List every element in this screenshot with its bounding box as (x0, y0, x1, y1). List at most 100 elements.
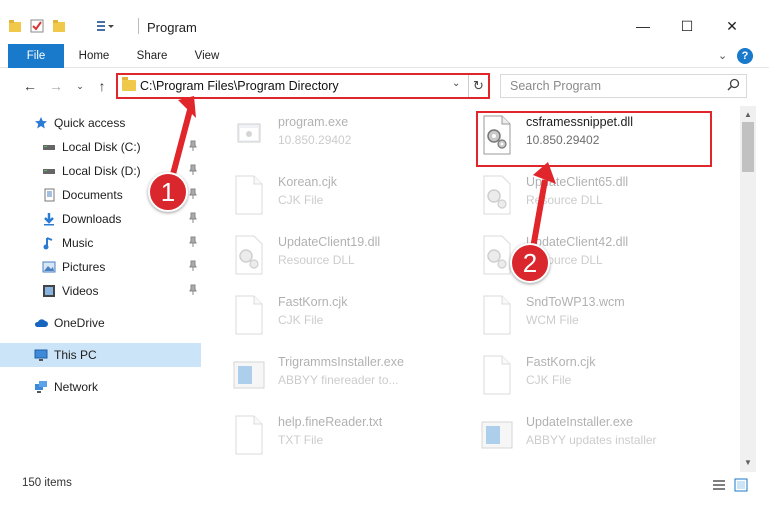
exe-icon (237, 123, 261, 143)
properties-icon[interactable] (30, 19, 44, 33)
blank-file-icon (235, 175, 263, 215)
forward-arrow-icon[interactable]: → (48, 77, 64, 95)
sidebar-item-label: Documents (62, 188, 123, 202)
sidebar-item-label: Videos (62, 284, 99, 298)
tab-home[interactable]: Home (70, 44, 118, 68)
item-count: 150 items (22, 477, 72, 489)
network-icon (35, 381, 47, 393)
tab-view[interactable]: View (184, 44, 230, 68)
file-description: Resource DLL (278, 253, 355, 267)
maximize-button[interactable]: ☐ (677, 18, 697, 34)
pin-icon[interactable] (188, 236, 198, 248)
file-name: SndToWP13.wcm (526, 295, 625, 309)
address-path[interactable]: C:\Program Files\Program Directory (140, 79, 339, 93)
list-item[interactable]: SndToWP13.wcm WCM File (480, 290, 720, 340)
list-item[interactable]: UpdateClient19.dll Resource DLL (232, 230, 472, 280)
sidebar-item-label: Network (54, 380, 99, 394)
dll-gear-icon (235, 235, 263, 275)
sidebar-item-this-pc[interactable]: This PC (0, 343, 201, 367)
address-bar[interactable]: C:\Program Files\Program Directory ⌄ ↻ (116, 73, 490, 99)
expand-ribbon-icon[interactable]: ⌄ (718, 49, 727, 62)
pictures-icon (42, 261, 56, 273)
videos-icon (43, 285, 55, 297)
details-view-icon[interactable] (712, 478, 726, 492)
pin-icon[interactable] (188, 164, 198, 176)
pin-icon[interactable] (188, 260, 198, 272)
new-folder-icon[interactable] (52, 19, 66, 33)
file-name: FastKorn.cjk (526, 355, 596, 369)
help-button[interactable]: ? (737, 48, 753, 64)
file-name: UpdateClient65.dll (526, 175, 629, 189)
dll-gear-icon (483, 175, 511, 215)
tab-file[interactable]: File (8, 44, 64, 68)
download-icon (44, 213, 54, 226)
folder-icon[interactable] (8, 19, 22, 33)
sidebar-item-pictures[interactable]: Pictures (0, 255, 201, 279)
navigation-pane: Quick access Local Disk (C:) Local Disk … (0, 106, 210, 472)
sidebar-item-label: Pictures (62, 260, 106, 274)
drive-icon (43, 169, 55, 174)
computer-icon (34, 349, 48, 361)
list-item[interactable]: FastKorn.cjk CJK File (480, 350, 720, 400)
file-description: ABBYY finereader to... (278, 373, 399, 387)
search-icon[interactable] (727, 78, 740, 91)
sidebar-item-quick-access[interactable]: Quick access (0, 111, 201, 135)
cloud-icon (34, 319, 48, 327)
sidebar-item-network[interactable]: Network (0, 375, 201, 399)
scroll-down-icon[interactable]: ▼ (740, 456, 756, 470)
file-description: CJK File (278, 193, 324, 207)
scroll-up-icon[interactable]: ▲ (740, 108, 756, 122)
refresh-icon[interactable]: ↻ (468, 75, 488, 97)
tab-share[interactable]: Share (128, 44, 176, 68)
sidebar-item-label: OneDrive (54, 316, 105, 330)
list-item[interactable]: UpdateInstaller.exe ABBYY updates instal… (480, 410, 720, 460)
star-icon (35, 117, 47, 129)
sidebar-item-music[interactable]: Music (0, 231, 201, 255)
customize-toolbar-icon[interactable] (96, 19, 116, 33)
sidebar-item-label: Quick access (54, 116, 126, 130)
recent-locations-icon[interactable]: ⌄ (72, 77, 88, 95)
sidebar-item-label: Local Disk (C:) (62, 140, 141, 154)
blank-file-icon (235, 295, 263, 335)
sidebar-item-videos[interactable]: Videos (0, 279, 201, 303)
file-name: UpdateInstaller.exe (526, 415, 634, 429)
pin-icon[interactable] (188, 212, 198, 224)
list-item[interactable]: Korean.cjk CJK File (232, 170, 472, 220)
file-name: FastKorn.cjk (278, 295, 348, 309)
installer-icon (481, 421, 513, 449)
list-item[interactable]: program.exe 10.850.29402 (232, 110, 472, 160)
pin-icon[interactable] (188, 188, 198, 200)
sidebar-item-onedrive[interactable]: OneDrive (0, 311, 201, 335)
installer-icon (233, 361, 265, 389)
sidebar-item-label: Music (62, 236, 94, 250)
list-item[interactable]: help.fineReader.txt TXT File (232, 410, 472, 460)
scrollbar-thumb[interactable] (742, 122, 754, 172)
search-input[interactable]: Search Program (500, 74, 747, 98)
callout-badge-2: 2 (510, 243, 550, 283)
large-icons-view-icon[interactable] (734, 478, 748, 492)
back-arrow-icon[interactable]: ← (22, 77, 38, 95)
dll-gear-icon (483, 235, 511, 275)
highlight-frame (476, 111, 712, 167)
list-item[interactable]: FastKorn.cjk CJK File (232, 290, 472, 340)
title-bar: Program — ☐ ✕ (0, 0, 769, 42)
search-placeholder: Search Program (510, 79, 602, 93)
close-button[interactable]: ✕ (722, 18, 742, 34)
list-item[interactable]: TrigrammsInstaller.exe ABBYY finereader … (232, 350, 472, 400)
pin-icon[interactable] (188, 284, 198, 296)
up-arrow-icon[interactable]: ↑ (94, 77, 110, 95)
ribbon-tabs: File Home Share View ⌄ ? (0, 44, 769, 68)
drive-icon (43, 145, 55, 150)
minimize-button[interactable]: — (633, 18, 653, 34)
file-name: help.fineReader.txt (278, 415, 383, 429)
pin-icon[interactable] (188, 140, 198, 152)
vertical-scrollbar[interactable]: ▲ ▼ (740, 106, 756, 472)
chevron-down-icon[interactable]: ⌄ (452, 78, 460, 89)
file-description: Resource DLL (526, 193, 603, 207)
file-description: ABBYY updates installer (526, 433, 657, 447)
sidebar-item-label: Local Disk (D:) (62, 164, 141, 178)
callout-badge-1: 1 (148, 172, 188, 212)
sidebar-item-local-disk-c[interactable]: Local Disk (C:) (0, 135, 201, 159)
list-item[interactable]: UpdateClient65.dll Resource DLL (480, 170, 720, 220)
file-name: Korean.cjk (278, 175, 338, 189)
